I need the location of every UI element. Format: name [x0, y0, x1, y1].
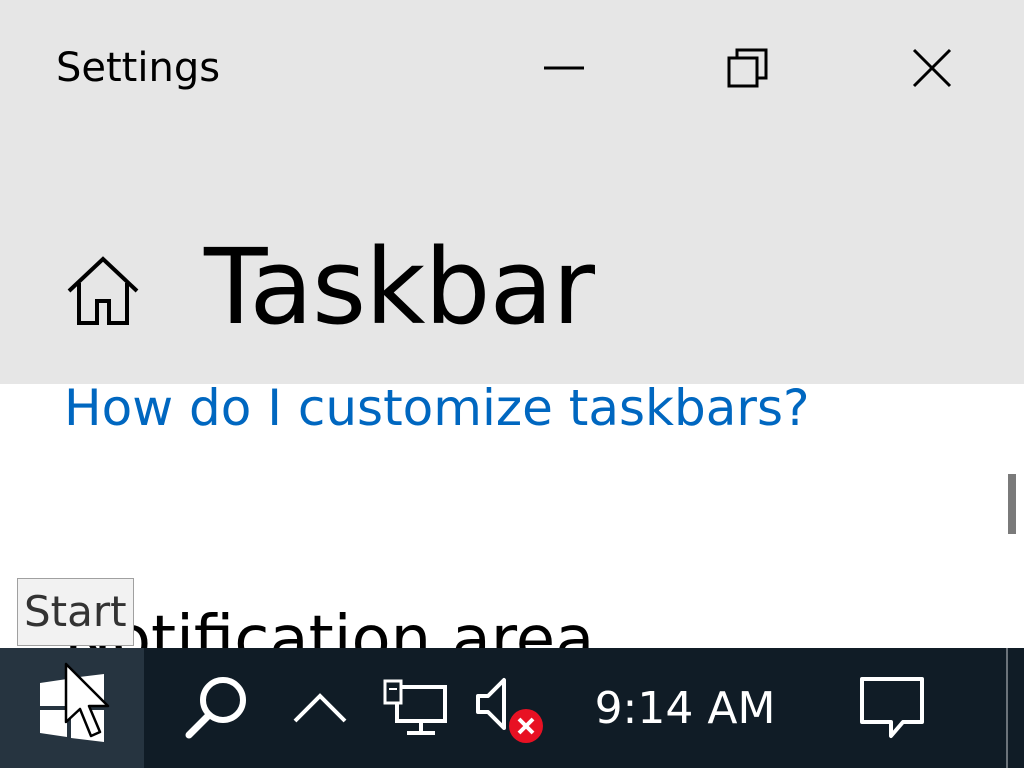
app-title: Settings: [56, 45, 221, 91]
mouse-cursor-icon: [64, 662, 110, 738]
page-title: Taskbar: [204, 226, 595, 348]
restore-button[interactable]: [703, 28, 793, 108]
restore-icon: [727, 48, 768, 88]
close-button[interactable]: [887, 28, 977, 108]
volume-muted-icon: [476, 678, 543, 743]
help-link[interactable]: How do I customize taskbars?: [64, 378, 810, 438]
home-icon: [67, 256, 139, 325]
title-bar: Settings Taskbar: [0, 0, 1024, 384]
action-center-icon: [860, 677, 924, 738]
scrollbar-thumb[interactable]: [1008, 474, 1016, 534]
section-heading: Notification area: [64, 603, 595, 648]
home-button[interactable]: [58, 246, 148, 336]
show-desktop-button[interactable]: [1006, 648, 1008, 768]
clock[interactable]: 9:14 AM: [580, 648, 790, 768]
search-icon: [185, 677, 246, 739]
taskbar: 9:14 AM: [0, 648, 1024, 768]
minimize-icon: [544, 66, 584, 70]
chevron-up-icon: [293, 693, 347, 723]
volume-button[interactable]: [470, 648, 550, 768]
search-button[interactable]: [176, 648, 256, 768]
start-tooltip: Start: [17, 578, 134, 646]
close-icon: [912, 48, 952, 88]
settings-window: Settings Taskbar How do I customize task…: [0, 0, 1024, 648]
network-icon: [383, 679, 447, 735]
show-hidden-icons-button[interactable]: [284, 648, 356, 768]
network-button[interactable]: [376, 648, 456, 768]
minimize-button[interactable]: [519, 28, 609, 108]
action-center-button[interactable]: [850, 648, 934, 768]
